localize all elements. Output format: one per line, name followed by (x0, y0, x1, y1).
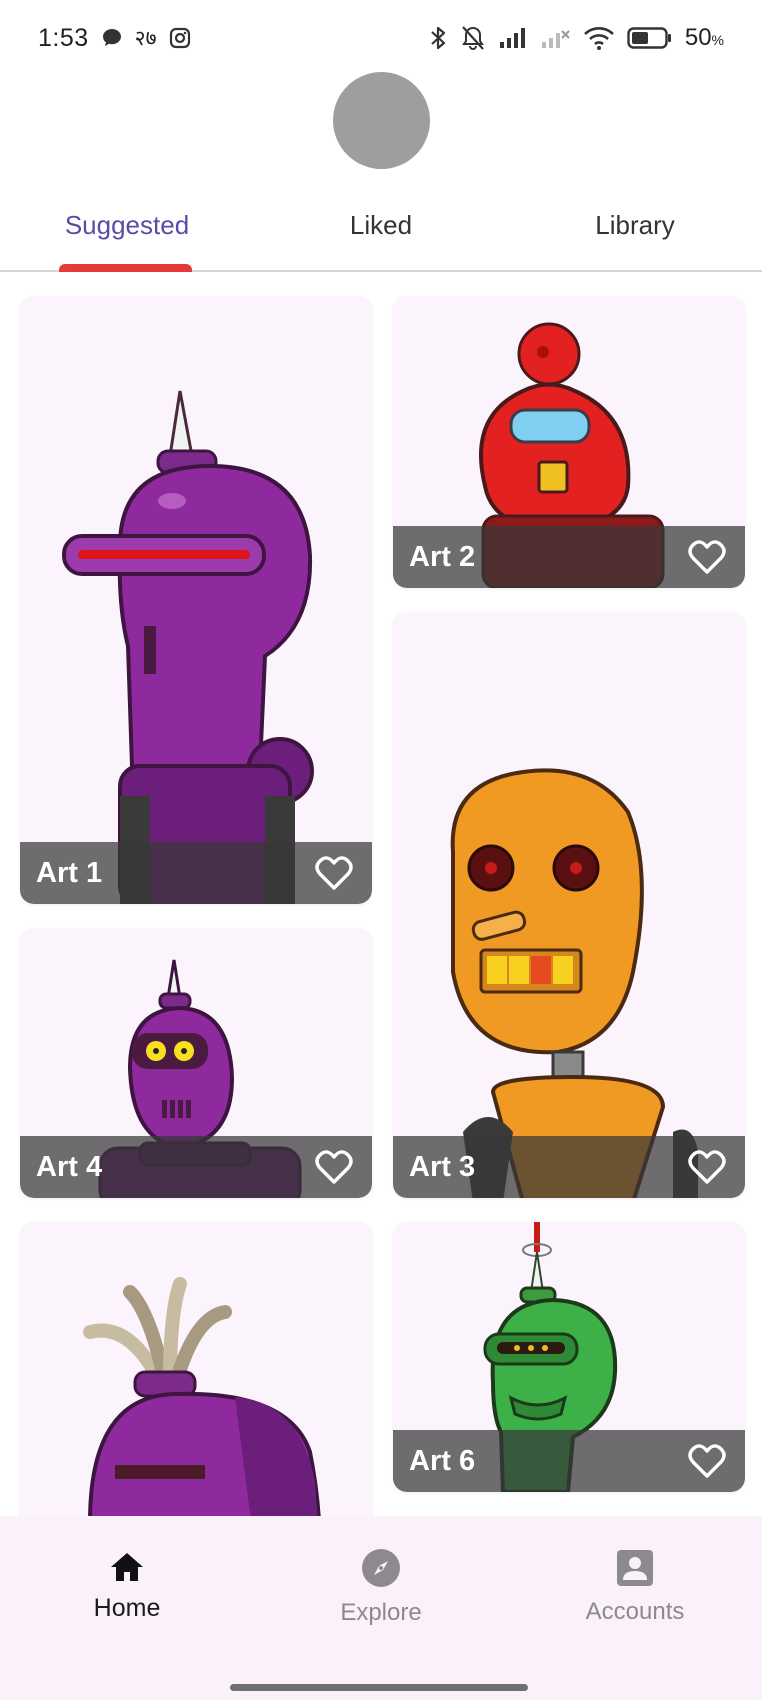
heart-outline-icon[interactable] (685, 1439, 729, 1483)
bluetooth-icon (429, 25, 447, 51)
gesture-home-indicator[interactable] (230, 1684, 528, 1691)
nav-label: Home (93, 1594, 161, 1622)
card-footer: Art 2 (393, 526, 745, 588)
heart-outline-icon[interactable] (312, 851, 356, 895)
purple-horned-robot-image (62, 390, 314, 904)
tab-bar: Suggested Liked Library (0, 180, 762, 272)
instagram-icon (169, 27, 191, 49)
card-footer: Art 4 (20, 1136, 372, 1198)
tab-library[interactable]: Library (508, 180, 762, 270)
active-tab-indicator (59, 264, 192, 272)
battery-percentage: 50% (684, 24, 724, 51)
card-footer: Art 6 (393, 1430, 745, 1492)
tab-liked[interactable]: Liked (254, 180, 508, 270)
art-card[interactable]: Art 2 (393, 296, 745, 588)
home-icon (109, 1551, 145, 1588)
card-title: Art 1 (36, 856, 103, 889)
chat-bubble-icon (101, 27, 123, 49)
art-card[interactable]: Art 4 (20, 928, 372, 1198)
tab-label: Library (595, 209, 675, 240)
art-card[interactable] (20, 1222, 372, 1516)
card-footer: Art 1 (20, 842, 372, 904)
compass-icon (361, 1548, 401, 1593)
wifi-icon (583, 26, 615, 50)
signal-no-service-icon (541, 27, 571, 49)
nav-item-home[interactable]: Home (0, 1532, 254, 1642)
purple-tentacle-robot-image (83, 1277, 321, 1516)
tab-suggested[interactable]: Suggested (0, 180, 254, 270)
nav-label: Accounts (585, 1597, 685, 1625)
notifications-off-icon (459, 25, 487, 51)
status-time: 1:53 (38, 23, 89, 52)
card-title: Art 6 (409, 1444, 476, 1477)
status-bar: 1:53 २७ 50% (0, 0, 762, 76)
heart-outline-icon[interactable] (685, 535, 729, 579)
tab-label: Suggested (64, 209, 190, 240)
card-title: Art 3 (409, 1150, 476, 1183)
account-box-icon (616, 1549, 654, 1592)
nav-item-explore[interactable]: Explore (254, 1532, 508, 1642)
heart-outline-icon[interactable] (312, 1145, 356, 1189)
art-card[interactable]: Art 6 (393, 1222, 745, 1492)
card-title: Art 2 (409, 540, 476, 573)
art-card[interactable]: Art 1 (20, 296, 372, 904)
card-footer: Art 3 (393, 1136, 745, 1198)
nav-label: Explore (340, 1598, 422, 1626)
status-extra-text: २७ (134, 27, 157, 50)
orange-robot-image (450, 768, 698, 1198)
nav-item-accounts[interactable]: Accounts (508, 1532, 762, 1642)
avatar[interactable] (333, 72, 430, 169)
art-card[interactable]: Art 3 (393, 612, 745, 1198)
heart-outline-icon[interactable] (685, 1145, 729, 1189)
art-grid: Art 1 Art 2 Art 3 Art 4 Art 6 (0, 274, 762, 1516)
battery-icon (627, 26, 673, 50)
tab-label: Liked (349, 209, 413, 240)
card-title: Art 4 (36, 1150, 103, 1183)
signal-icon (499, 27, 529, 49)
bottom-navigation: Home Explore Accounts (0, 1516, 762, 1700)
